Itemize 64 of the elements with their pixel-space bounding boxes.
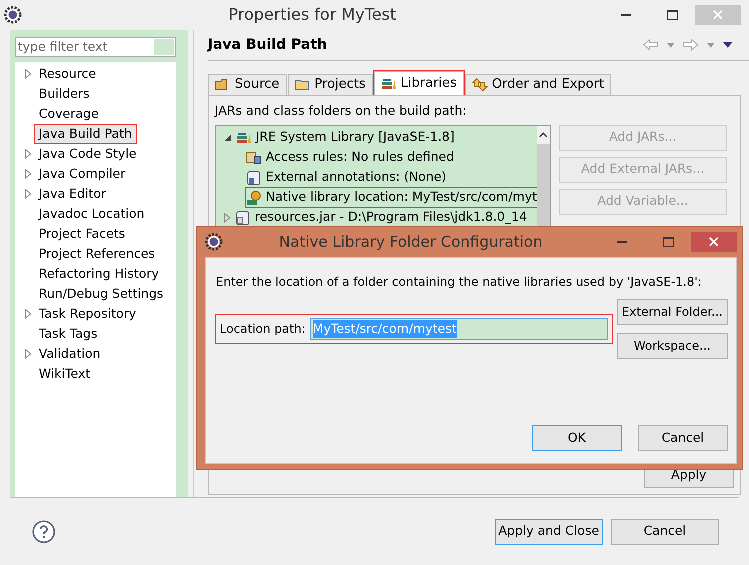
sidebar-item[interactable]: Refactoring History [35,264,164,284]
sidebar-item[interactable]: Java Code Style [35,144,141,164]
list-label: JARs and class folders on the build path: [215,102,468,120]
app-icon [4,6,22,24]
minimize-icon [621,14,631,16]
sidebar-item[interactable]: Java Editor [35,184,110,204]
sidebar-item[interactable]: Run/Debug Settings [35,284,168,304]
help-icon[interactable] [32,520,56,544]
tree-item[interactable]: Native library location: MyTest/src/com/myt [266,188,538,208]
tab[interactable]: Projects [288,74,373,95]
scrollbar[interactable] [537,126,550,229]
sidebar-item[interactable]: Java Compiler [35,164,130,184]
tree-item[interactable]: JRE System Library [JavaSE-1.8] [256,128,455,148]
dropdown-icon[interactable] [667,42,675,48]
window-title: Properties for MyTest [228,4,398,26]
tree-item[interactable]: resources.jar - D:\Program Files\jdk1.8.0_14 [255,208,528,228]
sidebar-item[interactable]: Task Repository [35,304,140,324]
arrows-icon [472,78,488,92]
dropdown-icon[interactable] [707,42,715,48]
sidebar-item[interactable]: Resource [35,64,100,84]
scroll-up-icon[interactable] [539,132,548,138]
sidebar-item[interactable]: Coverage [35,104,103,124]
page-title: Java Build Path [208,36,328,54]
browse-button[interactable]: Workspace... [616,333,728,359]
tab[interactable]: Source [208,74,287,95]
sidebar-item[interactable]: Task Tags [35,324,102,344]
tree-item[interactable]: Access rules: No rules defined [266,148,454,168]
footer-button[interactable]: Cancel [611,518,719,544]
sidebar-item[interactable]: Builders [35,84,94,104]
folder-icon [294,78,311,92]
jar-icon [235,210,251,226]
dialog-message: Enter the location of a folder containing the native libraries used by 'JavaSE-1.8': [216,274,703,291]
rules-icon [246,150,262,166]
close-button[interactable] [691,232,737,252]
tree-item[interactable]: External annotations: (None) [266,168,447,188]
browse-button[interactable]: External Folder... [616,299,728,325]
menu-icon[interactable] [723,42,733,48]
jar-icon [246,170,262,186]
dialog-title: Native Library Folder Configuration [278,232,544,253]
close-icon [713,10,723,20]
expand-icon[interactable] [224,134,232,142]
gear-jar-icon [246,190,262,206]
tab[interactable]: Libraries [374,71,464,95]
footer-button[interactable]: Apply and Close [495,518,603,544]
sidebar-item[interactable]: Java Build Path [35,124,136,144]
maximize-icon [662,237,674,247]
maximize-icon [666,10,678,20]
forward-icon[interactable] [683,39,699,51]
close-icon [709,237,719,247]
back-icon[interactable] [643,39,659,51]
books-icon [380,76,397,90]
sidebar-item[interactable]: WikiText [35,364,95,384]
books-icon [236,130,252,145]
location-label: Location path: [220,321,306,338]
minimize-icon [617,241,627,243]
filter-field[interactable]: type filter text [15,37,176,57]
tab[interactable]: Order and Export [465,74,612,95]
dialog-button[interactable]: Cancel [638,425,728,451]
sidebar-item[interactable]: Project References [35,244,160,264]
sidebar-item[interactable]: Javadoc Location [35,204,149,224]
sidebar-item[interactable]: Validation [35,344,105,364]
sidebar-item[interactable]: Project Facets [35,224,130,244]
app-icon [205,233,223,251]
dialog-button[interactable]: OK [532,425,622,451]
